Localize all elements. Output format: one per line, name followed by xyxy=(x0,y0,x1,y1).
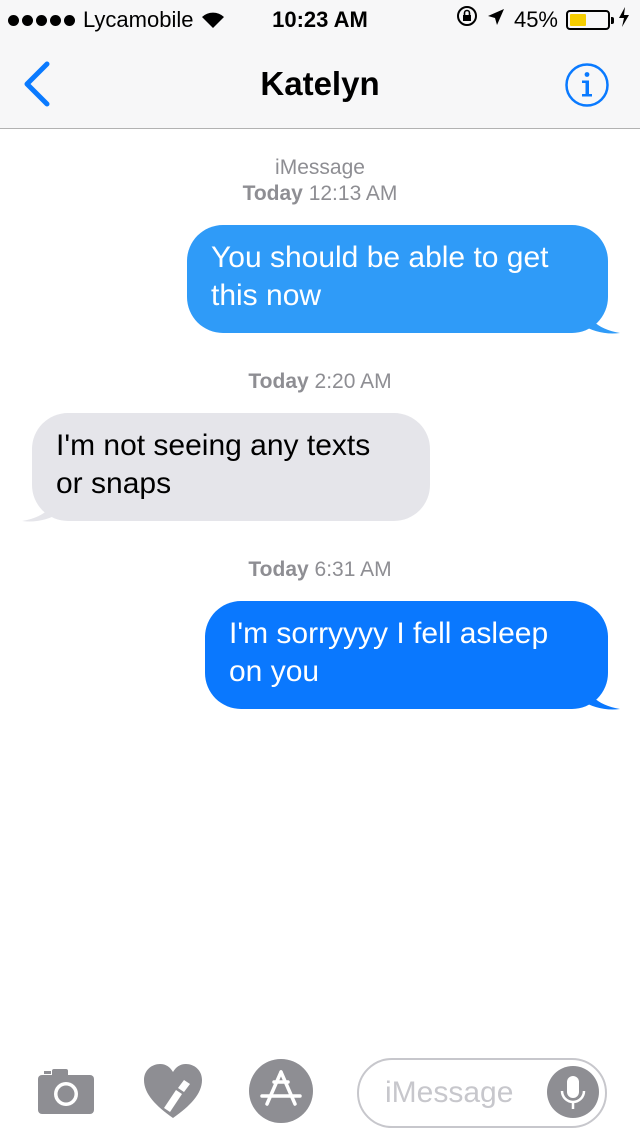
info-icon xyxy=(565,63,609,107)
charging-bolt-icon xyxy=(618,0,630,40)
app-store-icon xyxy=(249,1059,313,1123)
app-store-button[interactable] xyxy=(248,1058,314,1124)
status-right: 45% xyxy=(456,0,630,40)
message-thread: iMessage Today 12:13 AM You should be ab… xyxy=(0,129,640,1034)
timestamp-day: Today xyxy=(248,370,309,393)
input-bar: iMessage xyxy=(0,1034,640,1136)
timestamp-time: 6:31 AM xyxy=(314,558,392,581)
nav-bar: Katelyn xyxy=(0,40,640,129)
digital-touch-button[interactable] xyxy=(142,1062,204,1122)
timestamp-time: 2:20 AM xyxy=(314,370,392,393)
contact-name[interactable]: Katelyn xyxy=(0,40,640,128)
message-line: You should be able to get xyxy=(211,241,549,274)
battery-icon xyxy=(566,10,614,30)
timestamp-day: Today xyxy=(248,558,309,581)
timestamp-day: Today xyxy=(242,182,303,205)
incoming-message-bubble[interactable]: I'm not seeing any texts or snaps xyxy=(32,413,430,521)
message-line: or snaps xyxy=(56,467,172,500)
message-line: I'm sorryyyy I fell asleep xyxy=(229,617,549,650)
camera-icon xyxy=(38,1069,94,1114)
status-bar: Lycamobile 10:23 AM 45% xyxy=(0,0,640,40)
microphone-icon xyxy=(560,1076,586,1109)
timestamp-time: 12:13 AM xyxy=(308,182,398,205)
timestamp: iMessage Today 12:13 AM xyxy=(0,155,640,207)
timestamp: Today 2:20 AM xyxy=(0,369,640,395)
messages-screen: Lycamobile 10:23 AM 45% Katelyn iMessage… xyxy=(0,0,640,1136)
message-input[interactable]: iMessage xyxy=(357,1058,607,1128)
microphone-button[interactable] xyxy=(547,1066,599,1118)
message-line: on you xyxy=(229,655,320,688)
rotation-lock-icon xyxy=(456,0,478,40)
battery-fill xyxy=(570,14,586,26)
battery-percent: 45% xyxy=(513,7,558,32)
location-arrow-icon xyxy=(486,0,506,40)
timestamp: Today 6:31 AM xyxy=(0,557,640,583)
info-button[interactable] xyxy=(564,62,610,108)
message-input-placeholder: iMessage xyxy=(385,1076,514,1109)
message-line: this now xyxy=(211,279,322,312)
camera-button[interactable] xyxy=(36,1066,96,1116)
service-label: iMessage xyxy=(275,156,365,179)
outgoing-message-bubble[interactable]: You should be able to get this now xyxy=(187,225,608,333)
digital-touch-heart-icon xyxy=(144,1064,202,1118)
outgoing-message-bubble[interactable]: I'm sorryyyy I fell asleep on you xyxy=(205,601,608,709)
message-line: I'm not seeing any texts xyxy=(56,429,371,462)
